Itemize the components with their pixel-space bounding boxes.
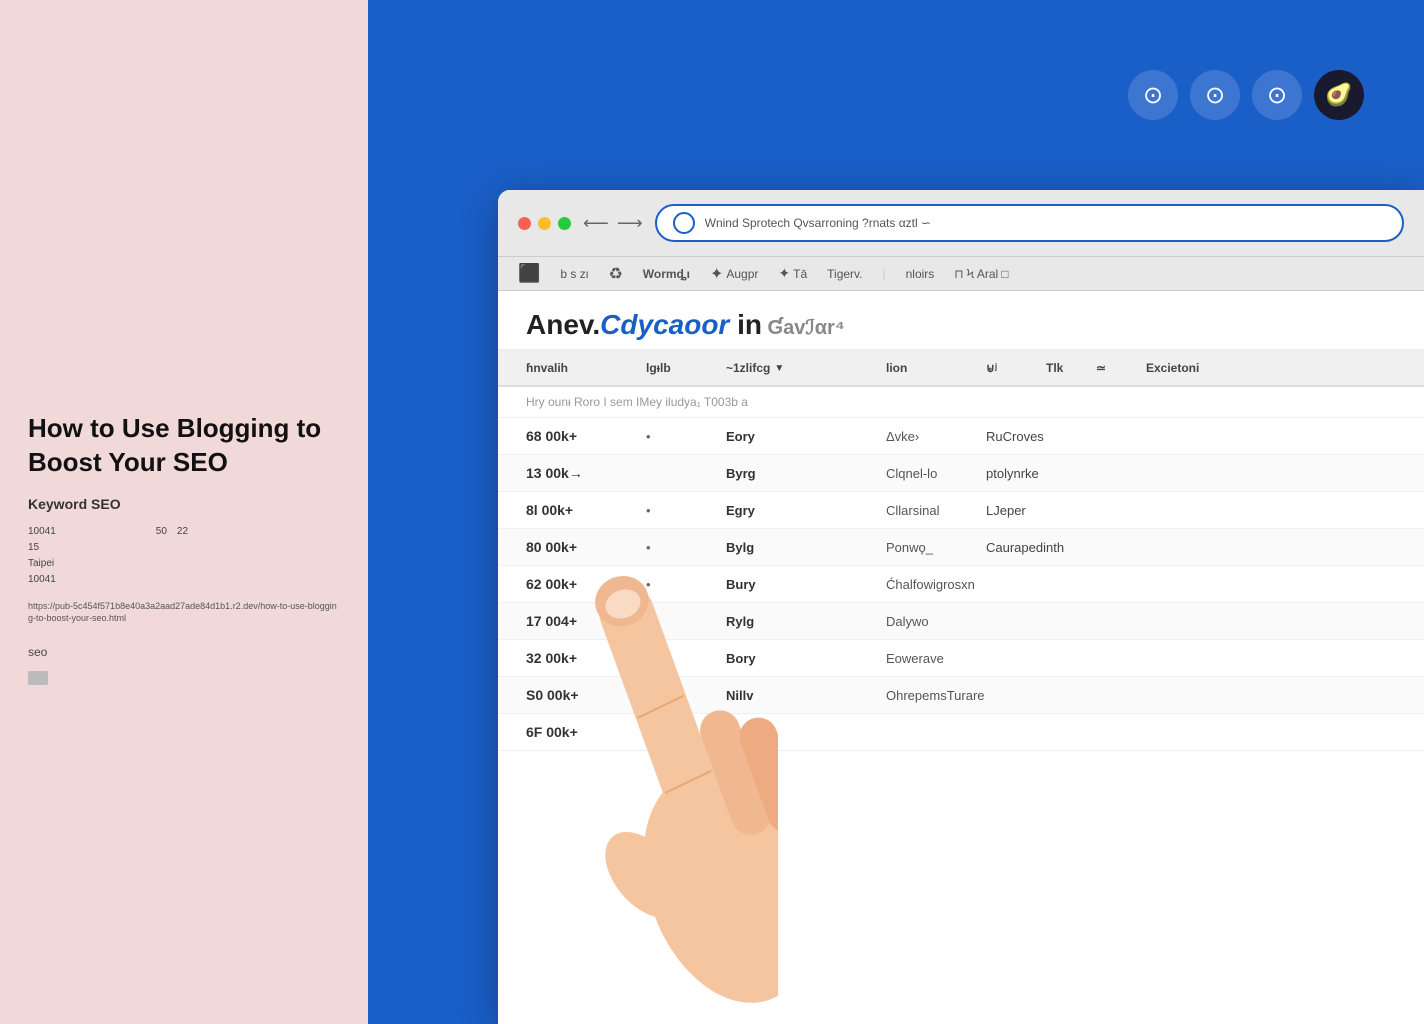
row-label-2: ptolynrke — [986, 466, 1396, 481]
meta-block: 10041 50 22 15 Taipei 10041 — [28, 524, 340, 588]
hand-image — [498, 424, 778, 1024]
icon-circle-1: ⊙ — [1128, 70, 1178, 120]
title-part4: Ɠavℐαr⁴ — [762, 317, 845, 339]
top-icons-row: ⊙ ⊙ ⊙ 🥑 — [1128, 70, 1364, 120]
browser-chrome: ⟵ ⟶ Wnind Sprotech Qvsarroning ?rnats αz… — [498, 190, 1424, 257]
row-label-4: Caurapedinth — [986, 540, 1396, 555]
nav-forward-icon[interactable]: ⟶ — [617, 213, 643, 234]
browser-toolbar: ⬛ b s zι ♻ Wormȡι ✦ Augpr ✦ Tā Tigerv. |… — [498, 257, 1424, 291]
icon-circle-3: ⊙ — [1252, 70, 1302, 120]
tag-label: seo — [28, 645, 340, 659]
hand-svg — [498, 424, 778, 1024]
title-part3: in — [729, 309, 762, 340]
article-title: How to Use Blogging to Boost Your SEO — [28, 412, 340, 480]
icon-circle-2: ⊙ — [1190, 70, 1240, 120]
close-button[interactable] — [518, 217, 531, 230]
title-part2: Cdycaoor — [600, 309, 729, 340]
site-security-icon — [673, 212, 695, 234]
right-panel: ⊙ ⊙ ⊙ 🥑 ⟵ ⟶ Wnind Sprotech Qvsarroning ?… — [368, 0, 1424, 1024]
toolbar-aral: ⊓ Ϟ Αral □ — [954, 267, 1008, 281]
meta-line-2: 15 — [28, 540, 340, 556]
browser-nav: ⟵ ⟶ — [583, 213, 643, 234]
col-header-hnvalih: ɦnvalih — [526, 361, 646, 375]
title-part1: Αnev. — [526, 309, 600, 340]
col-header-approx: ≃ — [1096, 361, 1146, 375]
row-label-1: RuCroves — [986, 429, 1396, 444]
row-type-5: Ćhalfowigrosxn — [886, 577, 1396, 592]
address-bar[interactable]: Wnind Sprotech Qvsarroning ?rnats αztl ∽ — [655, 204, 1404, 242]
toolbar-nloirs: nloirs — [906, 267, 935, 281]
col-header-tlk: Tlk — [1046, 361, 1096, 375]
toolbar-item-3[interactable]: ♻ — [608, 264, 622, 284]
left-panel: How to Use Blogging to Boost Your SEO Ke… — [0, 0, 368, 1024]
nav-back-icon[interactable]: ⟵ — [583, 213, 609, 234]
toolbar-augpr: ✦ Augpr — [710, 264, 758, 284]
traffic-lights — [518, 217, 571, 230]
toolbar-worm: Wormȡι — [643, 267, 690, 281]
row-label-3: LJeper — [986, 503, 1396, 518]
seo-header: Αnev.Cdycaoor in Ɠavℐαr⁴ — [498, 291, 1424, 351]
maximize-button[interactable] — [558, 217, 571, 230]
toolbar-item-1[interactable]: ⬛ — [518, 263, 540, 284]
meta-line-4: 10041 — [28, 572, 340, 588]
keyword-label: Keyword SEO — [28, 496, 340, 512]
row-type-6: Dalywo — [886, 614, 1396, 629]
toolbar-separator: | — [882, 267, 885, 281]
row-type-7: Eowerave — [886, 651, 1396, 666]
table-header-row: ɦnvalih lɡᵻlb ~1zlifcg ▼ lion ⊌ʲ Tlk ≃ E… — [498, 351, 1424, 387]
col-header-diff: ⊌ʲ — [986, 361, 1046, 375]
browser-window: ⟵ ⟶ Wnind Sprotech Qvsarroning ?rnats αz… — [498, 190, 1424, 1024]
row-type-4: Ponwϙ_ — [886, 540, 986, 555]
seo-tool-title: Αnev.Cdycaoor in Ɠavℐαr⁴ — [526, 309, 1396, 341]
meta-line-1: 10041 50 22 — [28, 524, 340, 540]
meta-line-3: Taipei — [28, 556, 340, 572]
table-subtitle-row: Hry ounᵻ Roro I sem IMey iludya₁ T003b a — [498, 387, 1424, 418]
col-header-lion: lion — [886, 361, 986, 375]
toolbar-item-2: b s zι — [560, 267, 588, 281]
row-type-3: Cllarsinal — [886, 503, 986, 518]
article-url: https://pub-5c454f571b8e40a3a2aad27ade84… — [28, 600, 340, 625]
col-header-zlifcg: ~1zlifcg ▼ — [726, 361, 886, 375]
icon-avocado: 🥑 — [1314, 70, 1364, 120]
toolbar-ta: ✦ Tā — [778, 265, 807, 282]
address-bar-text: Wnind Sprotech Qvsarroning ?rnats αztl ∽ — [705, 216, 931, 230]
minimize-button[interactable] — [538, 217, 551, 230]
col-header-lgtb: lɡᵻlb — [646, 361, 726, 375]
col-header-excietoni: Excietoni — [1146, 361, 1396, 375]
row-type-2: Clqnel-lo — [886, 466, 986, 481]
edit-icon — [28, 671, 48, 685]
row-type-1: Δvke› — [886, 429, 986, 444]
toolbar-tiger: Tigerv. — [827, 267, 862, 281]
row-type-8: OhrepemsTurare — [886, 688, 1396, 703]
